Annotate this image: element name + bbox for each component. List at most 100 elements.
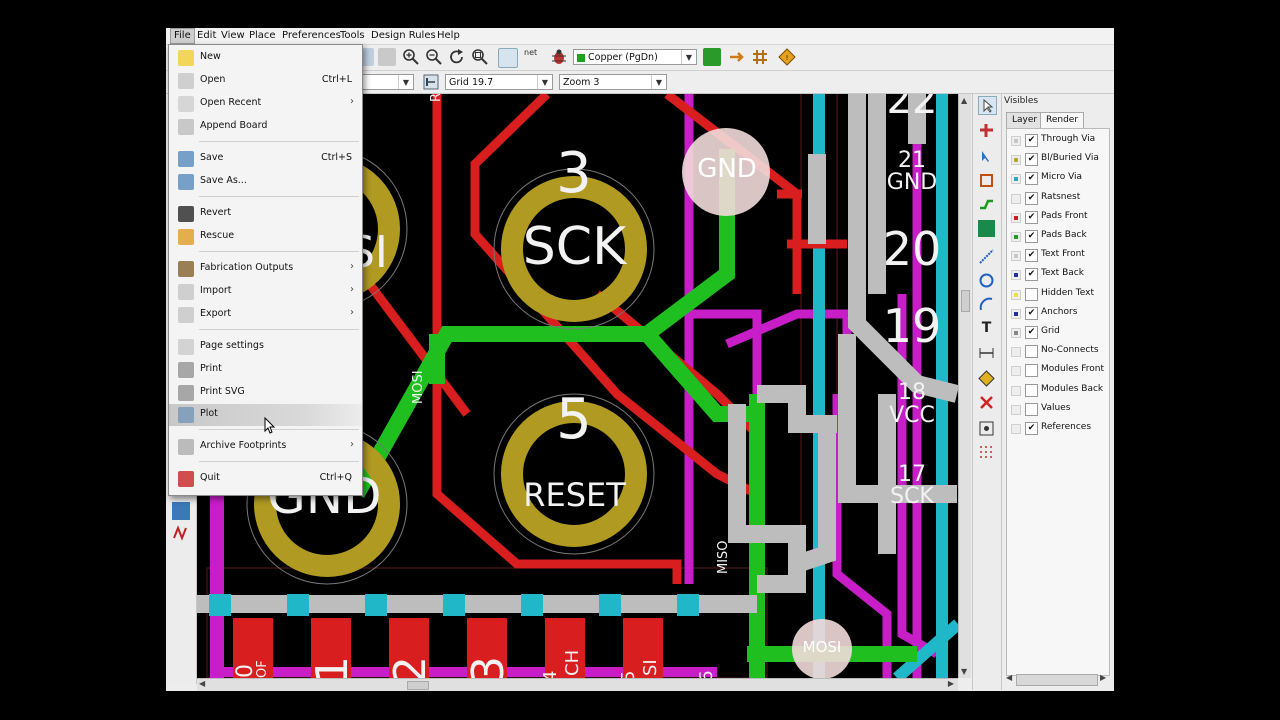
microwave-icon[interactable]: !	[778, 48, 796, 66]
scroll-up-icon[interactable]: ▲	[961, 96, 967, 105]
render-item-text-front[interactable]: ✔ Text Front	[1007, 246, 1107, 265]
select-arrow-icon[interactable]	[978, 96, 997, 115]
render-item-values[interactable]: Values	[1007, 400, 1107, 419]
render-item-bl-buried-via[interactable]: ✔ Bl/Buried Via	[1007, 150, 1107, 169]
local-ratsnest-icon[interactable]	[978, 148, 995, 165]
track-width-select[interactable]: ▼	[358, 74, 414, 90]
delete-icon[interactable]	[978, 394, 995, 411]
render-item-text-back[interactable]: ✔ Text Back	[1007, 265, 1107, 284]
layer-pair-icon[interactable]	[703, 48, 721, 66]
visibility-checkbox[interactable]	[1025, 364, 1038, 378]
plot-icon[interactable]	[378, 48, 396, 66]
visibles-hscrollbar[interactable]	[1016, 674, 1098, 686]
file-menu-item-page-settings[interactable]: Page settings	[169, 336, 362, 358]
visibility-checkbox[interactable]: ✔	[1025, 422, 1038, 435]
color-swatch[interactable]	[1011, 251, 1021, 262]
add-target-icon[interactable]	[978, 370, 995, 387]
show-microwave-icon[interactable]	[172, 502, 190, 520]
render-item-micro-via[interactable]: ✔ Micro Via	[1007, 169, 1107, 188]
visibility-checkbox[interactable]	[1025, 345, 1038, 359]
add-text-icon[interactable]: T	[978, 320, 995, 337]
zoom-out-icon[interactable]	[425, 48, 443, 66]
menu-design-rules[interactable]: Design Rules	[368, 29, 439, 43]
add-tracks-icon[interactable]	[978, 196, 995, 213]
menu-preferences[interactable]: Preferences	[279, 29, 344, 43]
visibility-checkbox[interactable]: ✔	[1025, 249, 1038, 263]
file-menu-item-export[interactable]: Export ›	[169, 304, 362, 326]
render-item-hidden-text[interactable]: Hidden Text	[1007, 285, 1107, 304]
grid-select[interactable]: Grid 19.7 ▼	[445, 74, 553, 90]
render-item-pads-front[interactable]: ✔ Pads Front	[1007, 208, 1107, 227]
add-line-icon[interactable]	[978, 248, 995, 265]
visibility-checkbox[interactable]: ✔	[1025, 191, 1038, 205]
file-menu-item-save[interactable]: Save Ctrl+S	[169, 148, 362, 170]
add-dimension-icon[interactable]	[978, 344, 995, 361]
add-module-icon[interactable]	[978, 172, 995, 189]
render-item-pads-back[interactable]: ✔ Pads Back	[1007, 227, 1107, 246]
visibility-checkbox[interactable]: ✔	[1025, 210, 1038, 224]
color-swatch[interactable]	[1011, 289, 1021, 300]
vertical-scroll-thumb[interactable]	[961, 290, 970, 312]
tab-render[interactable]: Render	[1040, 112, 1085, 129]
render-item-no-connects[interactable]: No-Connects	[1007, 342, 1107, 361]
color-swatch[interactable]	[1011, 366, 1021, 377]
show-layer-manager-icon[interactable]	[172, 524, 190, 542]
redraw-icon[interactable]	[448, 48, 466, 66]
zoom-fit-icon[interactable]	[471, 48, 489, 66]
color-swatch[interactable]	[1011, 270, 1021, 281]
file-menu-item-revert[interactable]: Revert	[169, 203, 362, 225]
set-origin-icon[interactable]	[978, 420, 995, 437]
render-item-grid[interactable]: ✔ Grid	[1007, 323, 1107, 342]
vertical-scrollbar[interactable]: ▲ ▼	[958, 94, 971, 678]
menu-place[interactable]: Place	[246, 29, 279, 43]
add-arc-icon[interactable]	[978, 296, 995, 313]
horizontal-scroll-thumb[interactable]	[407, 681, 429, 690]
color-swatch[interactable]	[1011, 308, 1021, 319]
file-menu-item-archive-footprints[interactable]: Archive Footprints ›	[169, 436, 362, 458]
file-menu-item-quit[interactable]: Quit Ctrl+Q	[169, 468, 362, 490]
color-swatch[interactable]	[1011, 193, 1021, 204]
file-menu-item-print[interactable]: Print	[169, 359, 362, 381]
color-swatch[interactable]	[1011, 347, 1021, 358]
color-swatch[interactable]	[1011, 155, 1021, 166]
color-swatch[interactable]	[1011, 328, 1021, 338]
render-item-ratsnest[interactable]: ✔ Ratsnest	[1007, 189, 1107, 208]
grid-origin-icon[interactable]	[978, 444, 995, 461]
color-swatch[interactable]	[1011, 136, 1021, 146]
visibility-checkbox[interactable]	[1025, 383, 1038, 397]
autoplace-icon[interactable]	[727, 48, 745, 66]
scroll-left-icon[interactable]: ◀	[199, 679, 205, 688]
file-menu-item-append-board[interactable]: Append Board	[169, 116, 362, 138]
render-item-modules-back[interactable]: Modules Back	[1007, 381, 1107, 400]
render-item-references[interactable]: ✔ References	[1007, 419, 1107, 438]
file-menu-item-open[interactable]: Open Ctrl+L	[169, 70, 362, 92]
visibility-checkbox[interactable]: ✔	[1025, 153, 1038, 167]
menu-help[interactable]: Help	[434, 29, 463, 43]
visibility-checkbox[interactable]: ✔	[1025, 268, 1038, 282]
file-menu-item-import[interactable]: Import ›	[169, 281, 362, 303]
color-swatch[interactable]	[1011, 385, 1021, 396]
render-item-anchors[interactable]: ✔ Anchors	[1007, 304, 1107, 323]
visibility-checkbox[interactable]: ✔	[1025, 326, 1038, 339]
file-menu-item-open-recent[interactable]: Open Recent ›	[169, 93, 362, 115]
render-item-modules-front[interactable]: Modules Front	[1007, 361, 1107, 380]
zoom-selection-icon[interactable]	[498, 48, 518, 68]
highlight-net-icon[interactable]	[978, 122, 995, 139]
color-swatch[interactable]	[1011, 424, 1021, 434]
file-menu-item-rescue[interactable]: Rescue	[169, 226, 362, 248]
color-swatch[interactable]	[1011, 404, 1021, 415]
file-menu-item-print-svg[interactable]: Print SVG	[169, 382, 362, 404]
render-item-through-via[interactable]: ✔ Through Via	[1007, 131, 1107, 150]
menu-edit[interactable]: Edit	[194, 29, 219, 43]
file-menu-item-new[interactable]: New	[169, 47, 362, 69]
scroll-left-icon[interactable]: ◀	[1006, 673, 1012, 682]
menu-tools[interactable]: Tools	[337, 29, 368, 43]
color-swatch[interactable]	[1011, 212, 1021, 223]
scroll-right-icon[interactable]: ▶	[1100, 673, 1106, 682]
visibility-checkbox[interactable]	[1025, 287, 1038, 301]
add-zone-icon[interactable]	[978, 220, 995, 237]
menu-view[interactable]: View	[218, 29, 248, 43]
zoom-select[interactable]: Zoom 3 ▼	[559, 74, 667, 90]
autoroute-icon[interactable]	[751, 48, 769, 66]
layer-select[interactable]: Copper (PgDn) ▼	[573, 49, 697, 65]
